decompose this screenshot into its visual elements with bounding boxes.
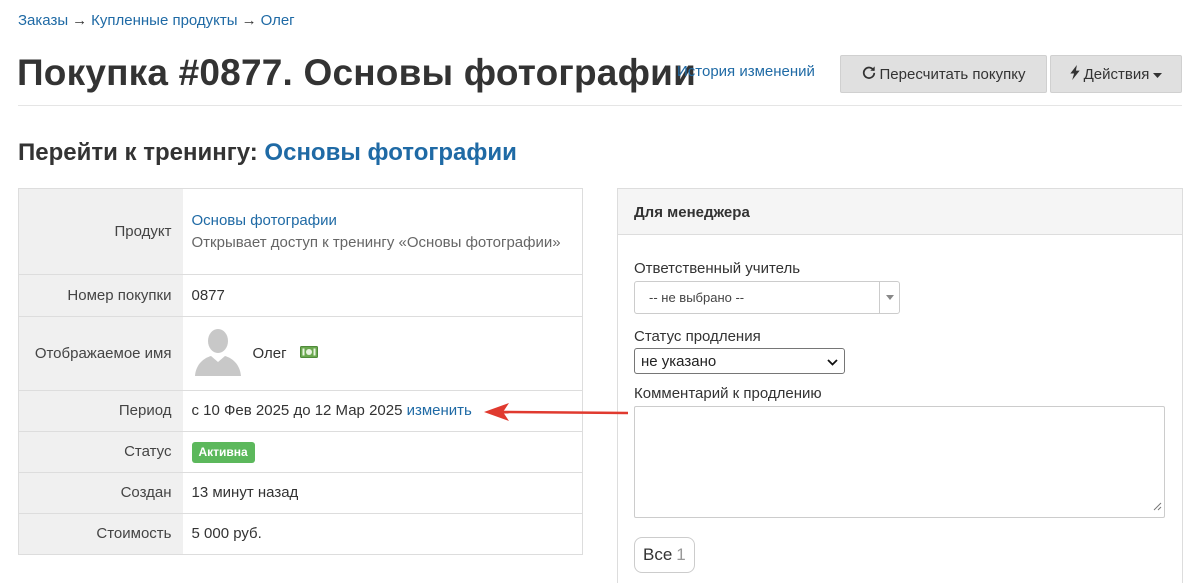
product-link[interactable]: Основы фотографии [192,210,573,232]
resize-grip-icon[interactable] [1153,498,1162,515]
history-link[interactable]: История изменений [677,63,815,80]
avatar[interactable] [191,324,244,383]
product-label: Продукт [18,188,183,275]
page-title: Покупка #0877. Основы фотографии [17,52,697,93]
period-value: с 10 Фев 2025 до 12 Мар 2025 [191,402,403,419]
breadcrumb-separator: → [241,12,257,29]
table-row: Отображаемое имя Олег [18,316,583,391]
table-row: Стоимость 5 000 руб. [18,513,583,555]
teacher-label: Ответственный учитель [634,260,801,277]
renewal-comment-textarea[interactable] [634,406,1165,518]
purchase-number-value: 0877 [191,286,225,304]
breadcrumb-orders[interactable]: Заказы [18,12,68,29]
all-comments-button[interactable]: Все 1 [634,537,695,573]
purchase-info-table: Продукт Основы фотографии Открывает дост… [18,188,583,555]
annotation-arrow-icon [484,403,629,421]
renewal-comment-label: Комментарий к продлению [634,385,822,402]
caret-down-icon [1153,66,1163,83]
chevron-down-icon [879,282,899,313]
title-divider [18,105,1182,106]
recalc-button-label: Пересчитать покупку [879,65,1026,83]
teacher-select-value: -- не выбрано -- [649,290,745,305]
table-row: Продукт Основы фотографии Открывает дост… [18,188,583,275]
training-heading-prefix: Перейти к тренингу: [18,139,258,166]
user-cell: Олег [191,324,573,383]
period-label: Период [18,390,183,432]
display-name-label: Отображаемое имя [18,316,183,391]
teacher-select[interactable]: -- не выбрано -- [634,281,900,314]
purchase-number-label: Номер покупки [18,274,183,317]
renewal-status-select[interactable]: не указано [634,348,845,374]
refresh-icon [862,65,876,83]
training-link[interactable]: Основы фотографии [264,139,516,166]
breadcrumb-user[interactable]: Олег [261,12,295,29]
manager-panel: Для менеджера Ответственный учитель -- н… [617,188,1183,583]
breadcrumb-purchased-products[interactable]: Купленные продукты [91,12,237,29]
training-heading: Перейти к тренингу: Основы фотографии [18,139,517,167]
table-row: Статус Активна [18,431,583,473]
cost-label: Стоимость [18,513,183,555]
created-label: Создан [18,472,183,514]
status-label: Статус [18,431,183,473]
table-row: Номер покупки 0877 [18,274,583,317]
money-icon [299,343,318,365]
user-name[interactable]: Олег [253,343,287,365]
status-badge: Активна [191,442,255,463]
renewal-status-label: Статус продления [634,328,761,345]
manager-panel-title: Для менеджера [618,189,1182,235]
chevron-down-icon [827,353,838,370]
created-value: 13 минут назад [191,484,299,501]
breadcrumb: Заказы → Купленные продукты → Олег [18,12,295,29]
table-row: Создан 13 минут назад [18,472,583,514]
all-button-label: Все [643,545,673,564]
actions-dropdown-button[interactable]: Действия [1050,55,1182,93]
bolt-icon [1069,64,1080,84]
cost-value: 5 000 руб. [191,525,262,542]
all-count: 1 [676,545,686,564]
recalc-button[interactable]: Пересчитать покупку [840,55,1047,93]
product-description: Открывает доступ к тренингу «Основы фото… [191,233,561,251]
breadcrumb-separator: → [72,12,88,29]
renewal-status-value: не указано [641,352,717,370]
period-change-link[interactable]: изменить [407,402,472,419]
actions-button-label: Действия [1083,65,1150,83]
